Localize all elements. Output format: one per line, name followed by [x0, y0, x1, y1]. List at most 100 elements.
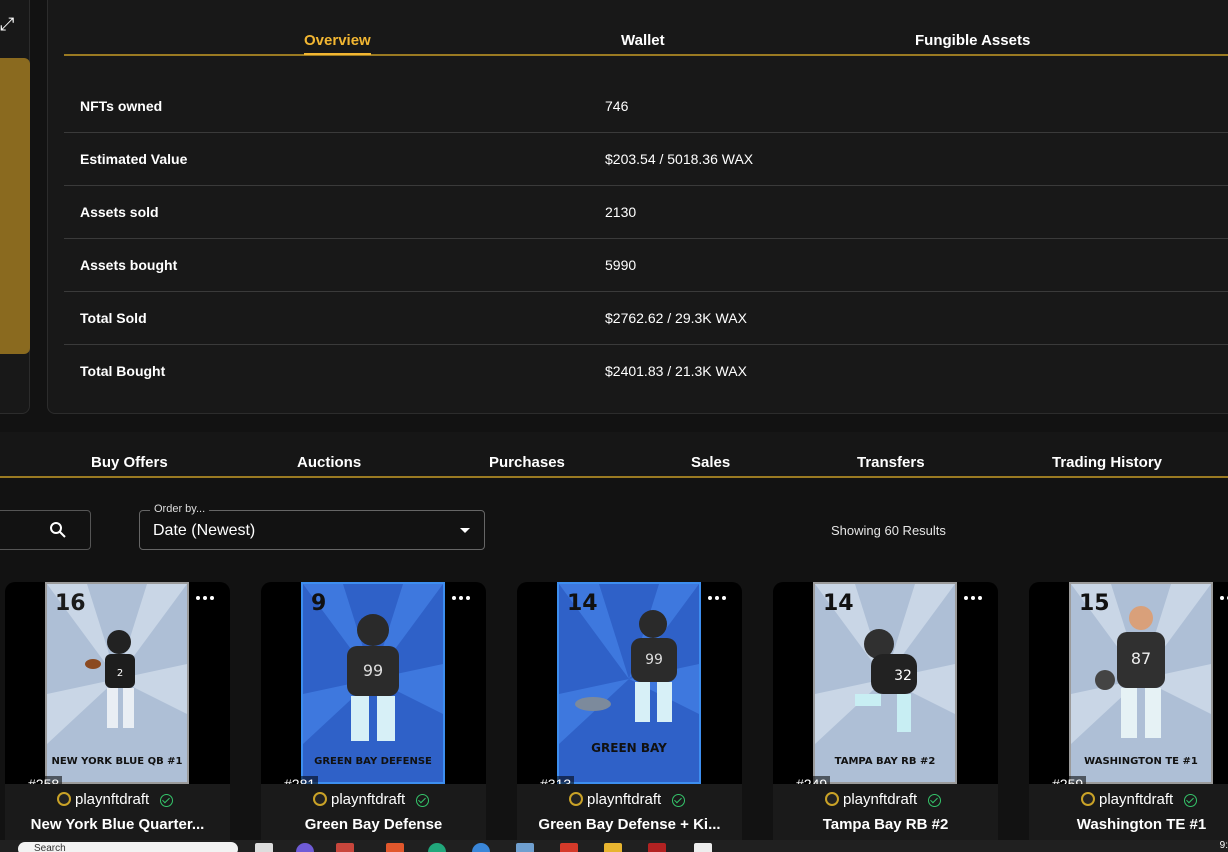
card-artwork: 99 14 GREEN BAY — [559, 584, 699, 782]
stat-row: Assets bought 5990 — [64, 239, 1228, 292]
tab-sales[interactable]: Sales — [691, 454, 730, 471]
search-icon[interactable] — [49, 521, 67, 539]
card-title[interactable]: Green Bay Defense + Ki... — [517, 816, 742, 833]
card-image[interactable]: 2 16 NEW YORK BLUE QB #1 — [45, 582, 189, 784]
collection-name[interactable]: playnftdraft — [1099, 791, 1173, 808]
stat-value: $203.54 / 5018.36 WAX — [605, 151, 754, 167]
order-by-value: Date (Newest) — [153, 522, 256, 539]
verified-icon — [672, 794, 685, 807]
tab-auctions[interactable]: Auctions — [297, 454, 361, 471]
stat-label: Total Sold — [80, 310, 147, 326]
mcafee-icon[interactable] — [648, 843, 666, 852]
card-image[interactable]: 32 14 TAMPA BAY RB #2 — [813, 582, 957, 784]
stat-label: Total Bought — [80, 363, 166, 379]
file-icon[interactable] — [255, 843, 273, 852]
tab-wallet[interactable]: Wallet — [621, 32, 665, 49]
svg-text:14: 14 — [567, 591, 598, 616]
profile-banner — [0, 58, 30, 354]
verified-icon — [160, 794, 173, 807]
tab-fungible-assets[interactable]: Fungible Assets — [915, 32, 1030, 49]
tab-purchases[interactable]: Purchases — [489, 454, 565, 471]
svg-text:9: 9 — [311, 591, 326, 616]
app-icon[interactable] — [336, 843, 354, 852]
stat-value: $2762.62 / 29.3K WAX — [605, 310, 747, 326]
stat-label: Assets sold — [80, 204, 159, 220]
more-icon[interactable] — [1220, 596, 1228, 600]
more-icon[interactable] — [964, 596, 982, 600]
card-artwork: 2 16 NEW YORK BLUE QB #1 — [47, 584, 187, 782]
stat-row: Assets sold 2130 — [64, 186, 1228, 239]
more-icon[interactable] — [452, 596, 470, 600]
tab-trading-history[interactable]: Trading History — [1052, 454, 1162, 471]
card-image[interactable]: 99 9 GREEN BAY DEFENSE — [301, 582, 445, 784]
svg-text:16: 16 — [55, 591, 86, 616]
order-by-select[interactable]: Order by... Date (Newest) — [139, 503, 485, 550]
card-artwork: 87 15 WASHINGTON TE #1 — [1071, 584, 1211, 782]
collection-logo-icon — [569, 792, 583, 806]
card-title[interactable]: Green Bay Defense — [261, 816, 486, 833]
stat-label: NFTs owned — [80, 98, 163, 114]
caret-down-icon — [460, 528, 470, 533]
collection-name[interactable]: playnftdraft — [75, 791, 149, 808]
card-artwork: 32 14 TAMPA BAY RB #2 — [815, 584, 955, 782]
nft-card[interactable]: 99 9 GREEN BAY DEFENSE #281 playnftdraft… — [261, 582, 486, 852]
folder-icon[interactable] — [604, 843, 622, 852]
app-icon[interactable] — [560, 843, 578, 852]
activity-tabs: Buy Offers Auctions Purchases Sales Tran… — [0, 432, 1228, 478]
svg-text:15: 15 — [1079, 591, 1110, 616]
collection-name[interactable]: playnftdraft — [331, 791, 405, 808]
verified-icon — [416, 794, 429, 807]
tab-buy-offers[interactable]: Buy Offers — [91, 454, 168, 471]
svg-text:GREEN BAY: GREEN BAY — [591, 741, 667, 755]
nft-card[interactable]: 2 16 NEW YORK BLUE QB #1 #258 playnftdra… — [5, 582, 230, 852]
more-icon[interactable] — [196, 596, 214, 600]
stat-value: 2130 — [605, 204, 637, 220]
taskbar-search-placeholder: Search — [34, 843, 66, 852]
svg-text:NEW YORK BLUE QB #1: NEW YORK BLUE QB #1 — [51, 756, 182, 767]
stat-row: NFTs owned 746 — [64, 80, 1228, 133]
verified-icon — [1184, 794, 1197, 807]
stat-row: Total Sold $2762.62 / 29.3K WAX — [64, 292, 1228, 345]
card-image[interactable]: 87 15 WASHINGTON TE #1 — [1069, 582, 1213, 784]
stat-row: Estimated Value $203.54 / 5018.36 WAX — [64, 133, 1228, 186]
collection-logo-icon — [313, 792, 327, 806]
order-by-label: Order by... — [150, 503, 210, 515]
svg-text:GREEN BAY DEFENSE: GREEN BAY DEFENSE — [314, 756, 432, 767]
tab-transfers[interactable]: Transfers — [857, 454, 925, 471]
more-icon[interactable] — [708, 596, 726, 600]
card-artwork: 99 9 GREEN BAY DEFENSE — [303, 584, 443, 782]
svg-text:WASHINGTON TE #1: WASHINGTON TE #1 — [1084, 756, 1198, 767]
nft-card[interactable]: 99 14 GREEN BAY #313 playnftdraft Green … — [517, 582, 742, 852]
collection-name[interactable]: playnftdraft — [843, 791, 917, 808]
nft-card[interactable]: 87 15 WASHINGTON TE #1 #259 playnftdraft… — [1029, 582, 1228, 852]
card-title[interactable]: New York Blue Quarter... — [5, 816, 230, 833]
svg-text:32: 32 — [894, 668, 912, 684]
app-root: ⤢ Overview Wallet Fungible Assets NFTs o… — [0, 0, 1228, 852]
svg-text:87: 87 — [1131, 649, 1151, 668]
stat-value: $2401.83 / 21.3K WAX — [605, 363, 747, 379]
expand-icon[interactable]: ⤢ — [0, 14, 16, 34]
tab-overview[interactable]: Overview — [304, 32, 371, 55]
card-title[interactable]: Washington TE #1 — [1029, 816, 1228, 833]
brave-icon[interactable] — [386, 843, 404, 852]
overview-tabs: Overview Wallet Fungible Assets — [64, 26, 1228, 56]
svg-text:TAMPA BAY RB #2: TAMPA BAY RB #2 — [835, 756, 936, 767]
card-image[interactable]: 99 14 GREEN BAY — [557, 582, 701, 784]
stat-value: 746 — [605, 98, 629, 114]
stat-value: 5990 — [605, 257, 637, 273]
calculator-icon[interactable] — [516, 843, 534, 852]
app-icon[interactable] — [694, 843, 712, 852]
card-title[interactable]: Tampa Bay RB #2 — [773, 816, 998, 833]
stat-label: Estimated Value — [80, 151, 188, 167]
stat-row: Total Bought $2401.83 / 21.3K WAX — [64, 345, 1228, 398]
search-input[interactable] — [0, 510, 91, 550]
clock: 9: — [1219, 840, 1228, 851]
collection-logo-icon — [825, 792, 839, 806]
collection-name[interactable]: playnftdraft — [587, 791, 661, 808]
nft-card[interactable]: 32 14 TAMPA BAY RB #2 #249 playnftdraft … — [773, 582, 998, 852]
svg-text:99: 99 — [363, 661, 383, 680]
verified-icon — [928, 794, 941, 807]
collection-logo-icon — [1081, 792, 1095, 806]
results-count: Showing 60 Results — [831, 523, 946, 538]
svg-text:14: 14 — [823, 591, 854, 616]
